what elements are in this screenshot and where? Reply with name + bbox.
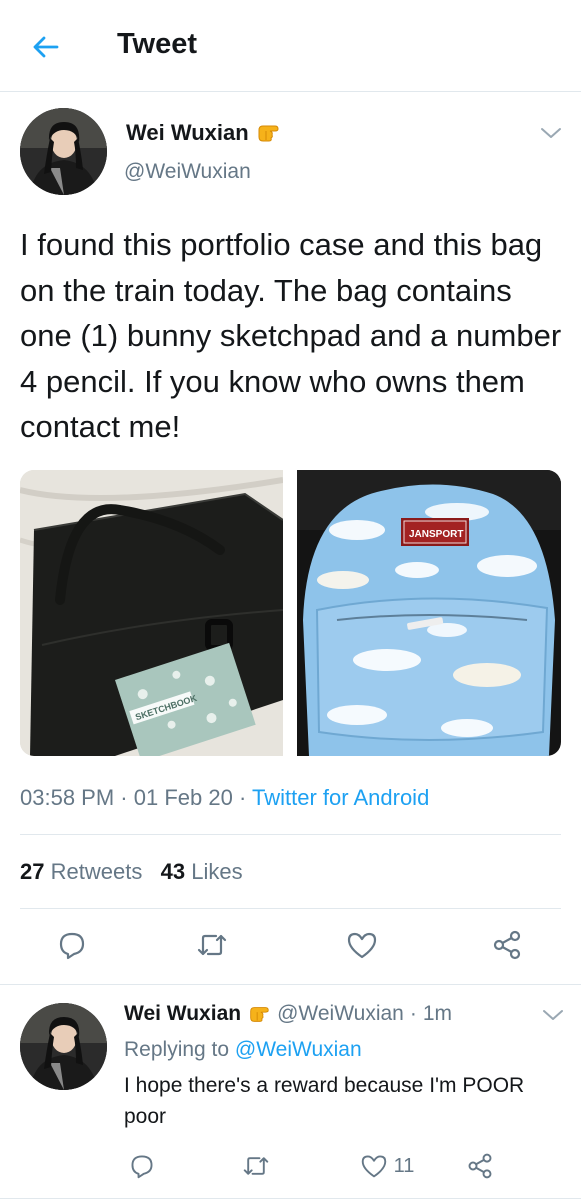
- reply-icon: [59, 932, 85, 960]
- reply-text: I hope there's a reward because I'm POOR…: [124, 1074, 525, 1128]
- retweet-icon: [243, 1157, 269, 1175]
- page-title: Tweet: [117, 28, 198, 60]
- tweet-date: 01 Feb 20: [133, 785, 233, 810]
- section-divider: [0, 1198, 581, 1199]
- retweets-count: 27: [20, 859, 45, 884]
- tweet-stats: 27 Retweets 43 Likes: [20, 859, 243, 885]
- pointing-hand-emoji-icon: [258, 125, 279, 142]
- likes-label: Likes: [191, 859, 243, 884]
- replying-to: Replying to @WeiWuxian: [124, 1038, 362, 1062]
- tweet-options-button[interactable]: [538, 124, 564, 142]
- separator: ·: [120, 785, 128, 810]
- reply-button[interactable]: [50, 925, 94, 965]
- arrow-left-icon: [33, 36, 59, 58]
- likes-count: 43: [160, 859, 186, 884]
- retweets-stat[interactable]: 27 Retweets: [20, 859, 142, 884]
- reply-reply-button[interactable]: [124, 1150, 160, 1182]
- section-divider: [0, 984, 581, 985]
- reply-icon: [131, 1155, 153, 1179]
- cloud-backpack-photo[interactable]: JANSPORT: [297, 470, 561, 756]
- divider: [20, 834, 561, 835]
- tweet-text: I found this portfolio case and this bag…: [20, 227, 562, 444]
- reply-handle[interactable]: @WeiWuxian: [277, 1002, 404, 1026]
- separator: ·: [238, 785, 247, 810]
- brand-label: JANSPORT: [409, 529, 463, 540]
- reply-like-button[interactable]: 11: [352, 1150, 422, 1182]
- heart-icon: [361, 1155, 386, 1178]
- replying-handle-link[interactable]: @WeiWuxian: [235, 1038, 362, 1061]
- divider: [20, 908, 561, 909]
- author-name-row: Wei Wuxian: [126, 120, 281, 146]
- back-button[interactable]: [28, 30, 62, 64]
- tweet-meta: 03:58 PM · 01 Feb 20 · Twitter for Andro…: [20, 785, 429, 811]
- reply-retweet-button[interactable]: [236, 1150, 276, 1182]
- reply-options-button[interactable]: [540, 1006, 566, 1024]
- avatar[interactable]: [20, 108, 107, 195]
- reply-header: Wei Wuxian @WeiWuxian · 1m: [124, 1002, 452, 1026]
- reply-share-button[interactable]: [462, 1150, 498, 1182]
- share-button[interactable]: [485, 925, 529, 965]
- pointing-hand-emoji-icon: [250, 1007, 269, 1022]
- retweets-label: Retweets: [50, 859, 143, 884]
- share-icon: [468, 1153, 492, 1179]
- tweet-source-link[interactable]: Twitter for Android: [252, 785, 429, 810]
- separator: ·: [409, 1002, 417, 1025]
- share-icon: [493, 930, 521, 960]
- black-portfolio-case-photo[interactable]: SKETCHBOOK: [20, 470, 283, 756]
- heart-icon: [347, 932, 377, 959]
- author-name[interactable]: Wei Wuxian: [126, 120, 249, 146]
- tweet-time: 03:58 PM: [20, 785, 115, 810]
- likes-stat[interactable]: 43 Likes: [161, 859, 243, 884]
- retweet-icon: [197, 934, 227, 956]
- reply-likes-count: 11: [393, 1154, 415, 1177]
- reply-avatar[interactable]: [20, 1003, 107, 1090]
- top-bar: Tweet: [0, 0, 581, 92]
- chevron-down-icon: [541, 128, 561, 138]
- author-handle[interactable]: @WeiWuxian: [124, 160, 251, 184]
- chevron-down-icon: [543, 1010, 563, 1020]
- like-button[interactable]: [340, 925, 384, 965]
- retweet-button[interactable]: [190, 925, 234, 965]
- reply-time: 1m: [422, 1002, 453, 1025]
- replying-label: Replying to: [124, 1038, 230, 1061]
- reply-author-name[interactable]: Wei Wuxian: [124, 1002, 241, 1026]
